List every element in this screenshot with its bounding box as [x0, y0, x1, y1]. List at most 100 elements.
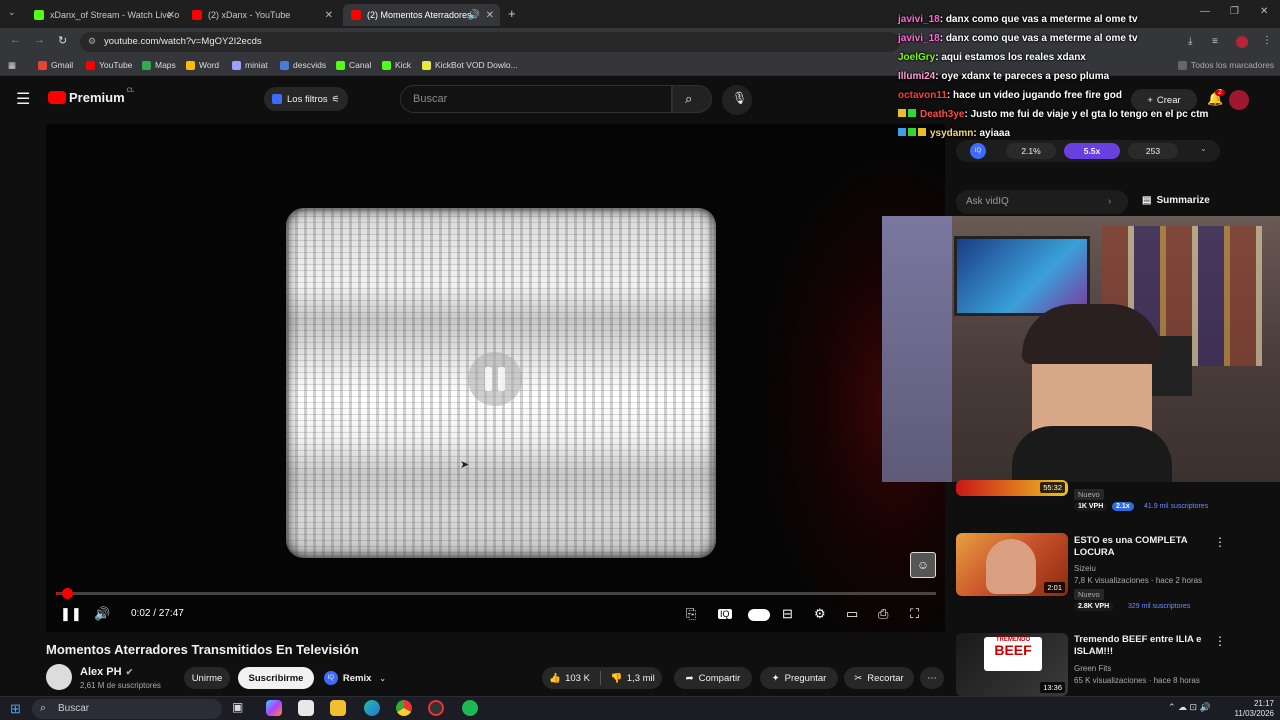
pause-overlay-icon[interactable]	[468, 352, 522, 406]
summarize-button[interactable]: ▤ Summarize	[1142, 195, 1210, 206]
tab-search-icon[interactable]: ⌄	[8, 7, 16, 18]
voice-search-button[interactable]: 🎙	[722, 85, 752, 115]
recommendation-title[interactable]: Tremendo BEEF entre ILIA e ISLAM!!!	[1074, 634, 1214, 658]
recommendation-thumbnail[interactable]: 2:01	[956, 533, 1068, 596]
tab-kick-stream[interactable]: xDanx_of Stream - Watch Live o ✕	[26, 4, 181, 26]
dislike-count[interactable]: 1,3 mil	[627, 673, 655, 684]
browser-menu-icon[interactable]: ⋮	[1262, 35, 1272, 46]
task-view-icon[interactable]: ▣	[232, 700, 248, 716]
clip-button[interactable]: ✂ Recortar	[844, 667, 914, 689]
ask-vidiq-input[interactable]: Ask vidIQ	[956, 190, 1128, 214]
more-options-icon[interactable]: ⋮	[1214, 535, 1226, 549]
ask-button[interactable]: ✦ Preguntar	[760, 667, 838, 689]
store-icon[interactable]	[298, 700, 314, 716]
new-tab-icon[interactable]: +	[508, 6, 516, 21]
tab-audio-icon[interactable]: 🔊	[468, 10, 480, 21]
thumbs-down-icon[interactable]: 👎	[611, 673, 623, 684]
hamburger-menu-icon[interactable]: ☰	[16, 89, 30, 109]
chat-message: javivi_18: danx como que vas a meterme a…	[898, 14, 1138, 25]
url-field[interactable]: ⚙ youtube.com/watch?v=MgOY2I2ecds	[80, 32, 900, 52]
bookmark-kick[interactable]: Kick	[382, 60, 411, 70]
apps-grid-icon[interactable]: ▦	[8, 60, 16, 71]
video-player[interactable]: ➤ ☺ ❚❚ 🔊 0:02 / 27:47 ⎘ IQ ⊟ ⚙ ▭ ⎙ ⛶	[46, 124, 945, 632]
recommendation-title[interactable]: ESTO es una COMPLETA LOCURA	[1074, 535, 1214, 559]
tab-youtube-video[interactable]: (2) Momentos Aterradores 🔊 ✕	[343, 4, 500, 26]
close-window-icon[interactable]: ✕	[1260, 6, 1268, 17]
fullscreen-icon[interactable]: ⛶	[910, 606, 919, 622]
windows-start-icon[interactable]: ⊞	[10, 701, 21, 717]
tab-close-icon[interactable]: ✕	[325, 10, 333, 21]
remix-button[interactable]: IQ Remix ⌄	[320, 667, 390, 689]
recommendation-channel[interactable]: Green Fits	[1074, 664, 1111, 673]
vidiq-player-icon[interactable]: IQ	[718, 609, 732, 619]
vph-badge: 1K VPH	[1074, 502, 1108, 511]
recommendation-thumbnail[interactable]: 55:32	[956, 480, 1068, 496]
download-icon[interactable]: ⤓	[1188, 36, 1192, 47]
maximize-icon[interactable]: ❐	[1230, 6, 1239, 17]
channel-avatar[interactable]	[46, 664, 72, 690]
profile-avatar[interactable]	[1236, 36, 1248, 48]
chat-message: javivi_18: danx como que vas a meterme a…	[898, 33, 1138, 44]
chevron-down-icon[interactable]: ⌄	[1200, 144, 1207, 153]
site-info-icon[interactable]: ⚙	[88, 36, 96, 47]
vidiq-logo-icon: IQ	[970, 143, 986, 159]
channel-name[interactable]: Alex PH ✔	[80, 666, 133, 678]
bookmark-word[interactable]: Word	[186, 60, 219, 70]
more-actions-button[interactable]: ⋯	[920, 667, 944, 689]
autoplay-toggle[interactable]	[748, 609, 770, 621]
obs-icon[interactable]	[428, 700, 444, 716]
minimize-icon[interactable]: —	[1200, 6, 1210, 17]
all-bookmarks[interactable]: Todos los marcadores	[1178, 60, 1274, 70]
bookmark-gmail[interactable]: Gmail	[38, 60, 73, 70]
search-button[interactable]: ⌕	[672, 85, 712, 113]
system-tray-icons[interactable]: ⌃ ☁ ⊡ 🔊	[1168, 702, 1211, 713]
bookmark-youtube[interactable]: YouTube	[86, 60, 132, 70]
channel-watermark-icon[interactable]: ☺	[910, 552, 936, 578]
pause-icon[interactable]: ❚❚	[60, 606, 82, 622]
reload-icon[interactable]: ↻	[58, 34, 67, 47]
taskbar-clock[interactable]: 21:17 11/03/2026	[1226, 699, 1274, 719]
theater-mode-icon[interactable]: ▭	[846, 606, 858, 622]
like-count[interactable]: 103 K	[565, 673, 590, 684]
youtube-logo[interactable]: Premium CL	[48, 88, 134, 105]
taskbar-search-input[interactable]: ⌕ Buscar	[32, 699, 222, 719]
subscribe-button[interactable]: Suscribirme	[238, 667, 314, 689]
subtitles-icon[interactable]: ⊟	[782, 606, 793, 622]
tab-youtube-channel[interactable]: (2) xDanx - YouTube ✕	[184, 4, 339, 26]
bookmark-kickbot[interactable]: KickBot VOD Dowlo...	[422, 60, 518, 70]
create-button[interactable]: + Crear	[1131, 89, 1197, 111]
share-button[interactable]: ➦ Compartir	[674, 667, 752, 689]
progress-bar[interactable]	[56, 588, 936, 599]
chevron-right-icon[interactable]: ›	[1108, 196, 1111, 207]
chat-message: Death3ye: Justo me fui de viaje y el gta…	[898, 109, 1208, 120]
bookmark-descvids[interactable]: descvids	[280, 60, 326, 70]
recommendation-channel[interactable]: Sizeiu	[1074, 564, 1096, 573]
progress-scrubber[interactable]	[62, 588, 73, 599]
spotify-icon[interactable]	[462, 700, 478, 716]
volume-icon[interactable]: 🔊	[94, 606, 110, 622]
bookmark-miniat[interactable]: miniat	[232, 60, 268, 70]
account-avatar[interactable]	[1229, 90, 1249, 110]
filters-button[interactable]: Los filtros ⚟	[264, 87, 348, 111]
settings-gear-icon[interactable]: ⚙	[814, 606, 826, 622]
cast-icon[interactable]: ⎙	[878, 606, 888, 622]
search-input[interactable]: Buscar	[400, 85, 672, 113]
more-options-icon[interactable]: ⋮	[1214, 634, 1226, 648]
recommendation-thumbnail[interactable]: TREMENDO BEEF 13:36	[956, 633, 1068, 696]
forward-icon[interactable]: →	[34, 34, 45, 46]
back-icon[interactable]: ←	[10, 34, 21, 46]
tab-close-icon[interactable]: ✕	[167, 10, 175, 21]
tab-close-icon[interactable]: ✕	[486, 10, 494, 21]
menu-list-icon[interactable]: ≡	[1212, 36, 1218, 47]
thumbs-up-icon[interactable]: 👍	[549, 673, 561, 684]
chrome-icon[interactable]	[396, 700, 412, 716]
bookmark-maps[interactable]: Maps	[142, 60, 176, 70]
bookmark-canal[interactable]: Canal	[336, 60, 371, 70]
vidiq-icon: IQ	[323, 671, 338, 685]
chat-user: ysydamn	[930, 128, 974, 139]
join-button[interactable]: Unirme	[184, 667, 230, 689]
edge-icon[interactable]	[364, 700, 380, 716]
quick-action-icon[interactable]: ⎘	[686, 606, 696, 622]
file-explorer-icon[interactable]	[330, 700, 346, 716]
copilot-icon[interactable]	[266, 700, 282, 716]
